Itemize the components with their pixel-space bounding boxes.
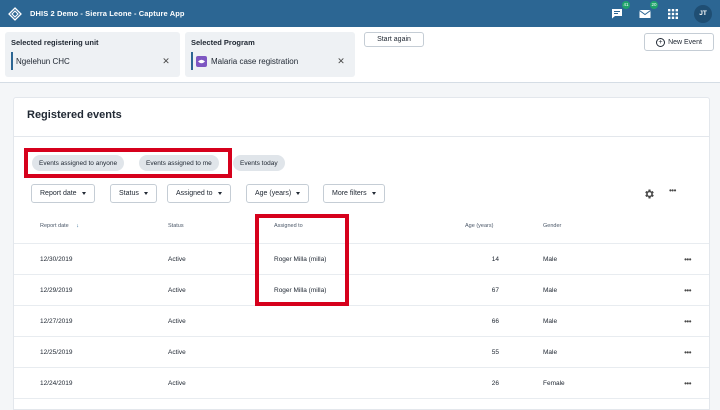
clear-org-unit-icon[interactable]: ✕ xyxy=(160,52,172,70)
col-report-date-label: Report date xyxy=(40,223,69,229)
cell-report-date: 12/24/2019 xyxy=(40,380,73,387)
interpretations-badge: 20 xyxy=(650,0,658,9)
clear-program-icon[interactable]: ✕ xyxy=(335,52,347,70)
caret-down-icon xyxy=(371,192,376,195)
cell-status: Active xyxy=(168,256,186,263)
caret-down-icon xyxy=(296,192,301,195)
cell-age: 67 xyxy=(491,287,499,294)
filter-more[interactable]: More filters xyxy=(323,184,385,203)
filter-more-label: More filters xyxy=(332,190,367,197)
row-actions-icon[interactable]: ••• xyxy=(684,337,691,368)
cell-age: 55 xyxy=(491,349,499,356)
messages-button[interactable]: 41 xyxy=(610,0,630,21)
filter-assigned-to[interactable]: Assigned to xyxy=(167,184,231,203)
context-selector-bar: Selected registering unit Ngelehun CHC ✕… xyxy=(0,27,720,83)
settings-gear-icon[interactable] xyxy=(643,188,655,200)
table-row xyxy=(14,398,709,410)
row-actions-icon[interactable]: ••• xyxy=(684,306,691,337)
dhis2-logo-icon[interactable] xyxy=(8,6,22,21)
table-row[interactable]: 12/29/2019 Active Roger Milla (milla) 67… xyxy=(14,274,709,305)
org-unit-selector: Selected registering unit Ngelehun CHC ✕ xyxy=(5,32,180,77)
cell-report-date: 12/25/2019 xyxy=(40,349,73,356)
list-options-icon[interactable]: ••• xyxy=(669,186,676,195)
table-row[interactable]: 12/24/2019 Active 26 Female ••• xyxy=(14,367,709,398)
program-icon xyxy=(196,55,207,67)
add-circle-icon: + xyxy=(656,37,666,47)
chat-icon xyxy=(612,9,622,19)
cell-gender: Male xyxy=(543,318,558,325)
table-row[interactable]: 12/27/2019 Active 66 Male ••• xyxy=(14,305,709,336)
cell-gender: Male xyxy=(543,287,558,294)
card-title: Registered events xyxy=(27,109,122,121)
org-unit-value: Ngelehun CHC xyxy=(16,56,70,66)
apps-menu-button[interactable] xyxy=(666,7,680,21)
sort-arrow-down-icon: ↓ xyxy=(76,223,80,229)
cell-age: 66 xyxy=(491,318,499,325)
cell-gender: Female xyxy=(543,380,565,387)
cell-report-date: 12/30/2019 xyxy=(40,256,73,263)
cell-report-date: 12/29/2019 xyxy=(40,287,73,294)
start-again-button[interactable]: Start again xyxy=(364,32,424,47)
header-bar: DHIS 2 Demo - Sierra Leone - Capture App… xyxy=(0,0,720,27)
program-selector: Selected Program Malaria case registrati… xyxy=(185,32,355,77)
highlight-box-assigned-to xyxy=(255,214,349,306)
col-gender[interactable]: Gender xyxy=(543,223,561,229)
new-event-button[interactable]: + New Event xyxy=(644,33,714,51)
program-label: Selected Program xyxy=(191,38,255,47)
cell-gender: Male xyxy=(543,349,558,356)
row-actions-icon[interactable]: ••• xyxy=(684,275,691,306)
program-value-field[interactable]: Malaria case registration ✕ xyxy=(191,52,349,70)
filter-age-label: Age (years) xyxy=(255,190,292,197)
filter-status[interactable]: Status xyxy=(110,184,157,203)
org-unit-value-field[interactable]: Ngelehun CHC ✕ xyxy=(11,52,174,70)
highlight-box-chips xyxy=(24,148,232,178)
filter-assigned-to-label: Assigned to xyxy=(176,190,213,197)
apps-grid-icon xyxy=(668,8,678,19)
caret-down-icon xyxy=(217,192,222,195)
cell-age: 26 xyxy=(491,380,499,387)
caret-down-icon xyxy=(81,192,86,195)
col-status[interactable]: Status xyxy=(168,223,184,229)
filter-report-date-label: Report date xyxy=(40,190,77,197)
interpretations-button[interactable]: 20 xyxy=(638,0,658,21)
title-divider xyxy=(14,136,709,137)
col-report-date[interactable]: Report date ↓ xyxy=(40,223,79,229)
mail-icon xyxy=(639,9,651,18)
cell-report-date: 12/27/2019 xyxy=(40,318,73,325)
cell-status: Active xyxy=(168,380,186,387)
cell-status: Active xyxy=(168,349,186,356)
messages-badge: 41 xyxy=(622,0,630,9)
app-title: DHIS 2 Demo - Sierra Leone - Capture App xyxy=(30,9,185,18)
user-avatar[interactable]: JT xyxy=(694,4,712,23)
filter-status-label: Status xyxy=(119,190,139,197)
table-row[interactable]: 12/30/2019 Active Roger Milla (milla) 14… xyxy=(14,243,709,274)
table-row[interactable]: 12/25/2019 Active 55 Male ••• xyxy=(14,336,709,367)
chip-events-today[interactable]: Events today xyxy=(233,155,285,171)
cell-status: Active xyxy=(168,287,186,294)
org-unit-label: Selected registering unit xyxy=(11,38,99,47)
row-actions-icon[interactable]: ••• xyxy=(684,244,691,275)
filter-report-date[interactable]: Report date xyxy=(31,184,95,203)
col-age[interactable]: Age (years) xyxy=(465,223,493,229)
filter-age[interactable]: Age (years) xyxy=(246,184,310,203)
cell-age: 14 xyxy=(491,256,499,263)
new-event-label: New Event xyxy=(668,38,702,46)
registered-events-card: Registered events Events assigned to any… xyxy=(13,97,710,410)
cell-gender: Male xyxy=(543,256,558,263)
cell-status: Active xyxy=(168,318,186,325)
row-actions-icon[interactable]: ••• xyxy=(684,368,691,399)
caret-down-icon xyxy=(143,192,148,195)
program-value: Malaria case registration xyxy=(211,56,299,66)
